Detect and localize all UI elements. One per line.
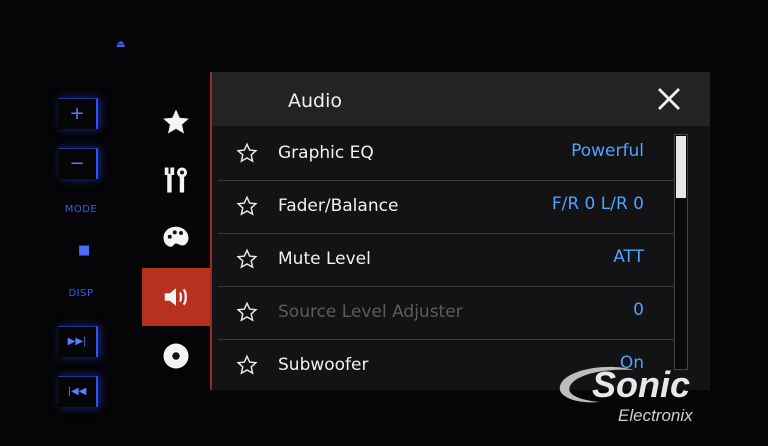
category-theme[interactable]: [142, 210, 210, 266]
setting-label: Subwoofer: [278, 355, 369, 375]
panel-header: Audio: [212, 72, 710, 126]
brand-name: Sonic: [592, 364, 691, 405]
setting-label: Mute Level: [278, 249, 371, 269]
category-audio[interactable]: [142, 268, 210, 326]
setting-value: Powerful: [571, 141, 644, 161]
setting-row-fader-balance[interactable]: Fader/Balance F/R 0 L/R 0: [218, 181, 676, 234]
setting-label: Source Level Adjuster: [278, 302, 463, 322]
setting-label: Fader/Balance: [278, 196, 399, 216]
menu-grid-button[interactable]: ■: [78, 243, 90, 258]
brand-watermark: Sonic Electronix: [556, 362, 756, 432]
scrollbar[interactable]: [674, 134, 688, 370]
mode-button[interactable]: MODE: [58, 204, 104, 215]
category-video[interactable]: [142, 328, 210, 384]
prev-track-button[interactable]: |◀◀: [58, 376, 98, 407]
star-icon: [163, 109, 189, 134]
speaker-icon: [164, 288, 187, 306]
favorite-star-icon[interactable]: [236, 195, 258, 217]
setting-label: Graphic EQ: [278, 143, 374, 163]
favorite-star-icon[interactable]: [236, 142, 258, 164]
scrollbar-thumb[interactable]: [676, 136, 686, 198]
settings-list: Graphic EQ Powerful Fader/Balance F/R 0 …: [218, 128, 676, 392]
volume-down-button[interactable]: −: [58, 148, 98, 179]
category-sidebar: [142, 92, 210, 392]
tools-icon: [164, 167, 187, 193]
eject-button[interactable]: ⏏: [116, 40, 128, 50]
setting-row-mute-level[interactable]: Mute Level ATT: [218, 234, 676, 287]
category-system[interactable]: [142, 152, 210, 208]
close-icon[interactable]: [654, 84, 684, 114]
next-track-button[interactable]: ▶▶|: [58, 326, 98, 357]
setting-value: ATT: [613, 247, 644, 267]
disp-button[interactable]: DISP: [58, 288, 104, 299]
setting-row-source-level-adjuster: Source Level Adjuster 0: [218, 287, 676, 340]
setting-value: F/R 0 L/R 0: [551, 194, 644, 214]
favorite-star-icon[interactable]: [236, 301, 258, 323]
brand-subname: Electronix: [618, 406, 693, 425]
volume-up-button[interactable]: +: [58, 98, 98, 129]
setting-row-graphic-eq[interactable]: Graphic EQ Powerful: [218, 128, 676, 181]
favorite-star-icon[interactable]: [236, 354, 258, 376]
audio-settings-panel: Audio Graphic EQ Powerful Fader/Balance …: [210, 72, 710, 390]
page-title: Audio: [288, 90, 343, 112]
favorite-star-icon[interactable]: [236, 248, 258, 270]
setting-value: 0: [633, 300, 644, 320]
disc-icon: [163, 343, 189, 369]
category-favorites[interactable]: [142, 94, 210, 150]
palette-icon: [163, 226, 189, 247]
